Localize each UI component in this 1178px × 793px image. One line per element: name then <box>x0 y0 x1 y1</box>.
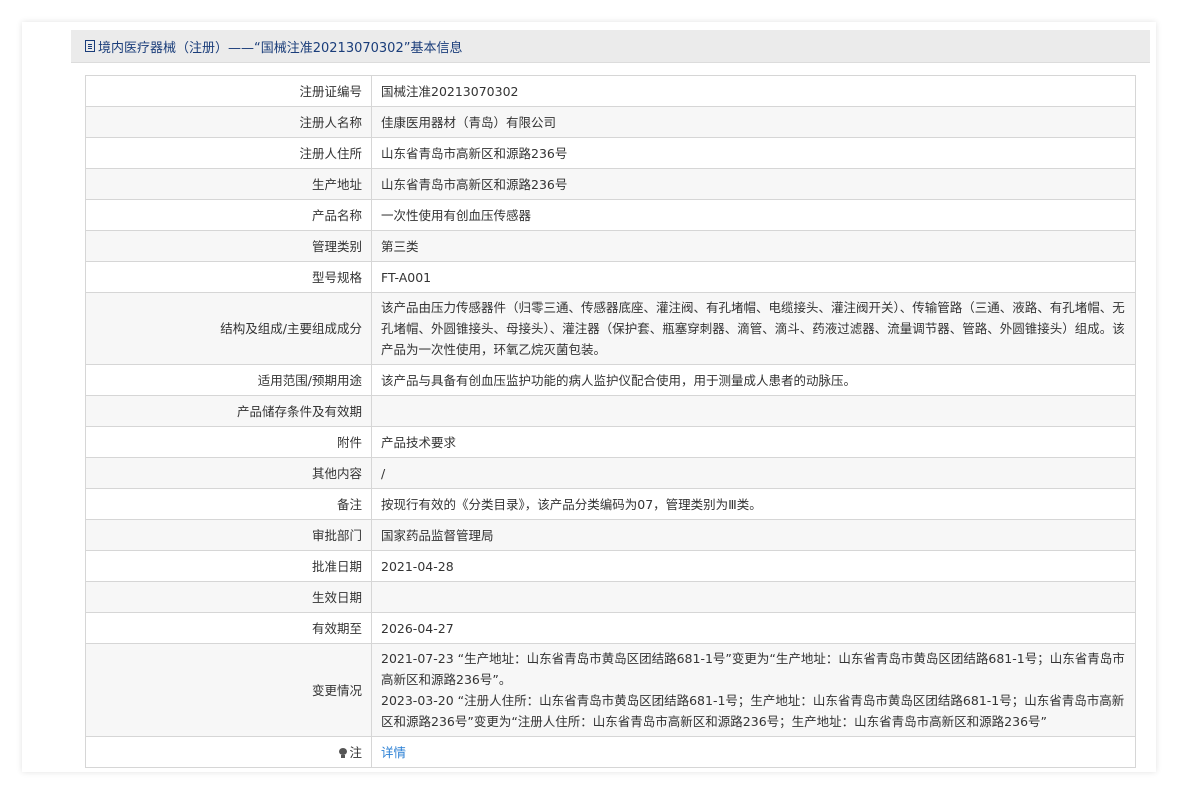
page-frame: 境内医疗器械（注册）——“国械注准20213070302”基本信息 注册证编号 … <box>22 22 1156 772</box>
row-value <box>371 395 1136 427</box>
table-row: 注册证编号 国械注准20213070302 <box>85 75 1136 107</box>
lightbulb-icon <box>339 747 348 758</box>
row-label: 注册证编号 <box>85 75 372 107</box>
row-label: 结构及组成/主要组成成分 <box>85 292 372 365</box>
row-label: 生产地址 <box>85 168 372 200</box>
note-value: 详情 <box>371 736 1136 768</box>
row-value: 第三类 <box>371 230 1136 262</box>
table-row: 结构及组成/主要组成成分 该产品由压力传感器件（归零三通、传感器底座、灌注阀、有… <box>85 292 1136 365</box>
row-label: 生效日期 <box>85 581 372 613</box>
document-icon <box>85 40 95 52</box>
row-value: 产品技术要求 <box>371 426 1136 458</box>
table-row: 生效日期 <box>85 581 1136 613</box>
row-label: 产品名称 <box>85 199 372 231</box>
table-row-note: 注 详情 <box>85 736 1136 768</box>
row-value: 佳康医用器材（青岛）有限公司 <box>371 106 1136 138</box>
row-label: 其他内容 <box>85 457 372 489</box>
change-entry: 2021-07-23 “生产地址：山东省青岛市黄岛区团结路681-1号”变更为“… <box>381 651 1125 687</box>
note-label-cell: 注 <box>85 736 372 768</box>
row-label: 注册人名称 <box>85 106 372 138</box>
panel-header: 境内医疗器械（注册）——“国械注准20213070302”基本信息 <box>71 30 1150 63</box>
row-value <box>371 581 1136 613</box>
row-value: 山东省青岛市高新区和源路236号 <box>371 168 1136 200</box>
row-label: 备注 <box>85 488 372 520</box>
table-row: 生产地址 山东省青岛市高新区和源路236号 <box>85 168 1136 200</box>
details-link[interactable]: 详情 <box>381 745 406 760</box>
table-row-changes: 变更情况 2021-07-23 “生产地址：山东省青岛市黄岛区团结路681-1号… <box>85 643 1136 737</box>
row-label: 注册人住所 <box>85 137 372 169</box>
table-row: 管理类别 第三类 <box>85 230 1136 262</box>
row-value: FT-A001 <box>371 261 1136 293</box>
row-label: 型号规格 <box>85 261 372 293</box>
table-row: 注册人住所 山东省青岛市高新区和源路236号 <box>85 137 1136 169</box>
change-entry: 2023-03-20 “注册人住所：山东省青岛市黄岛区团结路681-1号；生产地… <box>381 693 1125 729</box>
table-row: 注册人名称 佳康医用器材（青岛）有限公司 <box>85 106 1136 138</box>
note-label: 注 <box>349 744 362 760</box>
row-label: 产品储存条件及有效期 <box>85 395 372 427</box>
table-row: 附件 产品技术要求 <box>85 426 1136 458</box>
info-table: 注册证编号 国械注准20213070302 注册人名称 佳康医用器材（青岛）有限… <box>85 75 1136 768</box>
row-label: 有效期至 <box>85 612 372 644</box>
row-value: 山东省青岛市高新区和源路236号 <box>371 137 1136 169</box>
row-value: 一次性使用有创血压传感器 <box>371 199 1136 231</box>
row-value: 按现行有效的《分类目录》，该产品分类编码为07，管理类别为Ⅲ类。 <box>371 488 1136 520</box>
row-value: 2021-04-28 <box>371 550 1136 582</box>
table-row: 批准日期 2021-04-28 <box>85 550 1136 582</box>
row-label: 批准日期 <box>85 550 372 582</box>
table-row: 备注 按现行有效的《分类目录》，该产品分类编码为07，管理类别为Ⅲ类。 <box>85 488 1136 520</box>
table-row: 产品储存条件及有效期 <box>85 395 1136 427</box>
table-row: 有效期至 2026-04-27 <box>85 612 1136 644</box>
row-value: 国械注准20213070302 <box>371 75 1136 107</box>
row-label: 附件 <box>85 426 372 458</box>
row-value: / <box>371 457 1136 489</box>
row-label: 审批部门 <box>85 519 372 551</box>
left-margin <box>22 22 70 772</box>
row-label: 适用范围/预期用途 <box>85 364 372 396</box>
page-title: 境内医疗器械（注册）——“国械注准20213070302”基本信息 <box>98 40 463 56</box>
changes-label: 变更情况 <box>85 643 372 737</box>
table-row: 其他内容 / <box>85 457 1136 489</box>
table-row: 适用范围/预期用途 该产品与具备有创血压监护功能的病人监护仪配合使用，用于测量成… <box>85 364 1136 396</box>
row-value: 2026-04-27 <box>371 612 1136 644</box>
row-value: 国家药品监督管理局 <box>371 519 1136 551</box>
table-row: 审批部门 国家药品监督管理局 <box>85 519 1136 551</box>
row-value: 该产品与具备有创血压监护功能的病人监护仪配合使用，用于测量成人患者的动脉压。 <box>371 364 1136 396</box>
row-label: 管理类别 <box>85 230 372 262</box>
table-row: 型号规格 FT-A001 <box>85 261 1136 293</box>
changes-value: 2021-07-23 “生产地址：山东省青岛市黄岛区团结路681-1号”变更为“… <box>371 643 1136 737</box>
row-value: 该产品由压力传感器件（归零三通、传感器底座、灌注阀、有孔堵帽、电缆接头、灌注阀开… <box>371 292 1136 365</box>
table-row: 产品名称 一次性使用有创血压传感器 <box>85 199 1136 231</box>
info-panel: 境内医疗器械（注册）——“国械注准20213070302”基本信息 注册证编号 … <box>71 30 1150 772</box>
